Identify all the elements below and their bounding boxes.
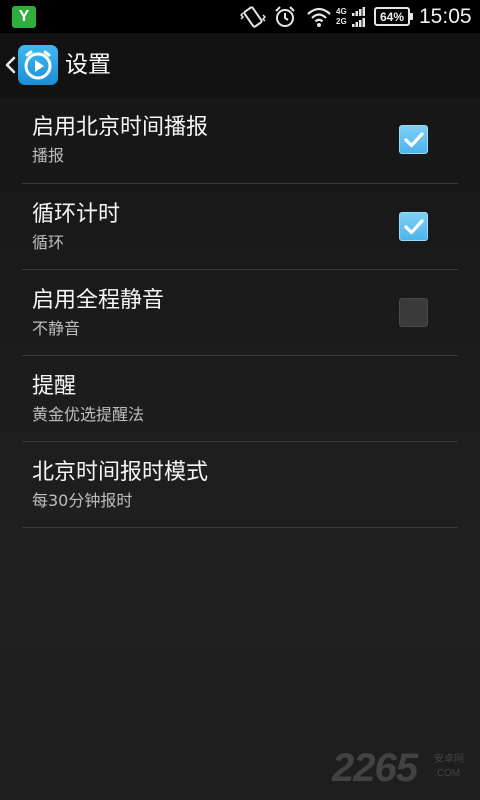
setting-title: 启用北京时间播报: [32, 115, 209, 140]
setting-title: 启用全程静音: [32, 288, 165, 313]
setting-title: 循环计时: [32, 202, 121, 227]
page-title: 设置: [65, 52, 111, 78]
setting-summary: 循环: [32, 233, 65, 252]
alarm-clock-icon: [273, 5, 297, 33]
app-play-icon: [18, 45, 58, 85]
checkmark-icon: [404, 219, 424, 235]
signal-icon: [352, 7, 368, 31]
status-clock: 15:05: [419, 5, 472, 28]
watermark-side-bottom: .COM: [434, 768, 461, 779]
setting-title: 提醒: [32, 374, 77, 399]
back-chevron-icon: [4, 56, 16, 78]
row-divider: [22, 527, 458, 528]
settings-list: 启用北京时间播报 播报 循环计时 循环 启用全程静音 不静音 提醒 黄金优选提醒…: [0, 97, 480, 528]
notification-app-letter: Y: [18, 8, 30, 25]
watermark-side-top: 安卓网: [434, 754, 464, 765]
checkmark-icon: [404, 132, 424, 148]
network-type-bottom: 2G: [336, 17, 347, 26]
setting-beijing-time-mode[interactable]: 北京时间报时模式 每30分钟报时: [0, 442, 480, 528]
setting-beijing-time-broadcast[interactable]: 启用北京时间播报 播报: [0, 97, 480, 184]
setting-full-mute[interactable]: 启用全程静音 不静音: [0, 270, 480, 356]
setting-summary: 每30分钟报时: [32, 491, 133, 510]
mute-checkbox[interactable]: [399, 298, 428, 327]
watermark: 2265 安卓网 .COM: [332, 745, 480, 795]
phone-screen: Y 4G 2G 64% 15:05 设置 启用北京时间播报 播报 循环计时 循环…: [0, 0, 480, 800]
setting-summary: 不静音: [32, 319, 81, 338]
watermark-number: 2265: [332, 746, 418, 790]
setting-loop-timing[interactable]: 循环计时 循环: [0, 184, 480, 270]
broadcast-checkbox[interactable]: [399, 125, 428, 154]
battery-icon: 64%: [374, 7, 413, 26]
loop-checkbox[interactable]: [399, 212, 428, 241]
action-bar: 设置: [0, 33, 480, 97]
vibrate-icon: [239, 5, 267, 33]
setting-reminder[interactable]: 提醒 黄金优选提醒法: [0, 356, 480, 442]
notification-app-icon[interactable]: Y: [12, 6, 36, 28]
setting-summary: 黄金优选提醒法: [32, 405, 145, 424]
watermark-side: 安卓网 .COM: [434, 753, 480, 781]
network-type-top: 4G: [336, 7, 347, 16]
status-bar: Y 4G 2G 64% 15:05: [0, 0, 480, 33]
battery-level: 64%: [379, 9, 405, 24]
wifi-icon: [306, 5, 332, 33]
setting-title: 北京时间报时模式: [32, 460, 209, 485]
network-type-labels: 4G 2G: [336, 7, 352, 29]
setting-summary: 播报: [32, 146, 65, 165]
